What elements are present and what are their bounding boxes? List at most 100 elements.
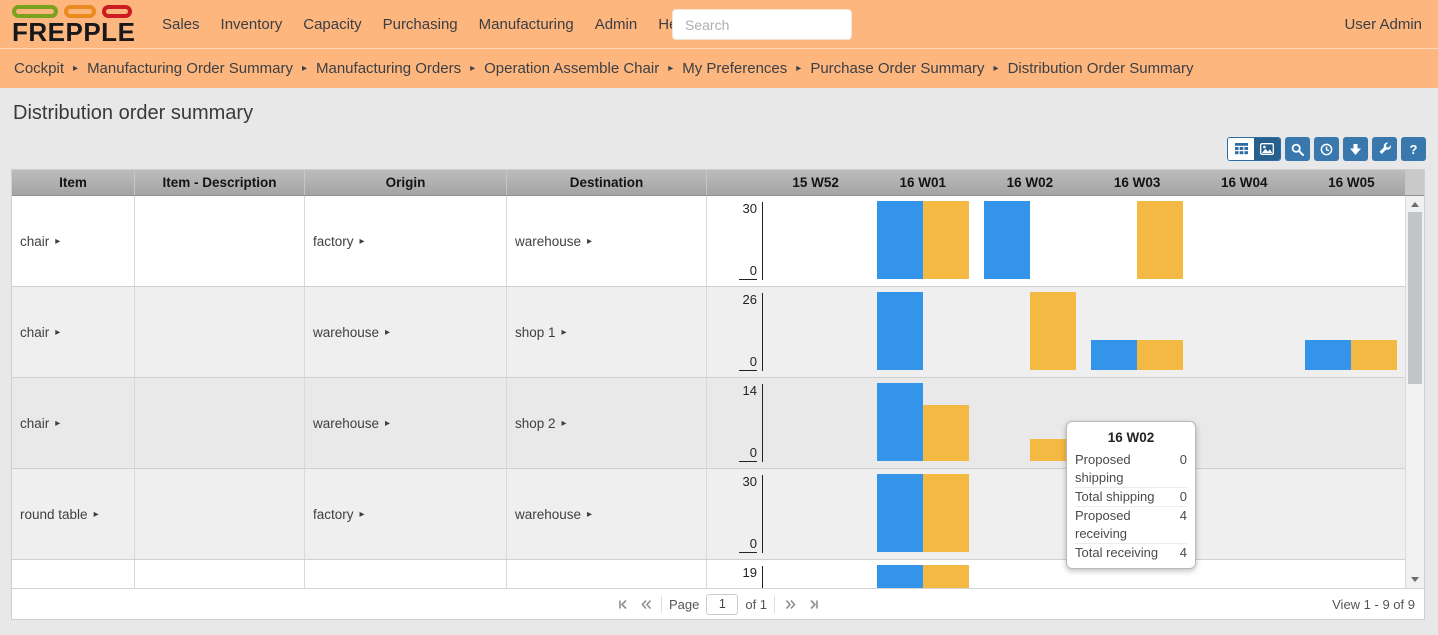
search-input[interactable] bbox=[672, 9, 852, 40]
toolbar-button-search[interactable] bbox=[1285, 137, 1310, 161]
destination-link[interactable]: shop 1 ▸ bbox=[515, 325, 567, 340]
axis-max-label: 30 bbox=[707, 201, 757, 216]
origin-link[interactable]: warehouse▸ bbox=[313, 325, 390, 340]
drilldown-caret-icon: ▸ bbox=[385, 418, 390, 429]
scrollbar-up-icon[interactable] bbox=[1411, 202, 1419, 207]
bar-shipping[interactable] bbox=[984, 201, 1030, 279]
page-of-label: of 1 bbox=[745, 597, 767, 612]
toolbar-button-image[interactable] bbox=[1254, 138, 1280, 160]
nav-item-admin[interactable]: Admin bbox=[595, 16, 638, 33]
bar-receiving[interactable] bbox=[1351, 340, 1397, 370]
axis-zero-label: 0 bbox=[739, 264, 757, 280]
nav-item-manufacturing[interactable]: Manufacturing bbox=[479, 16, 574, 33]
column-header-destination[interactable]: Destination bbox=[507, 170, 707, 195]
item-cell: chair▸ bbox=[12, 196, 135, 286]
breadcrumb-item-cockpit[interactable]: Cockpit bbox=[14, 60, 64, 77]
item-text: chair bbox=[20, 325, 49, 340]
grid-pager: Page of 1 View 1 - 9 of 9 bbox=[12, 588, 1424, 619]
pager-divider bbox=[774, 596, 775, 613]
bar-shipping[interactable] bbox=[877, 565, 923, 588]
bar-receiving[interactable] bbox=[923, 474, 969, 552]
grid-icon bbox=[1235, 143, 1248, 155]
bar-shipping[interactable] bbox=[1305, 340, 1351, 370]
column-header-origin[interactable]: Origin bbox=[305, 170, 507, 195]
bar-receiving[interactable] bbox=[923, 201, 969, 279]
origin-text: warehouse bbox=[313, 416, 379, 431]
destination-cell: warehouse▸ bbox=[507, 196, 707, 286]
bar-receiving[interactable] bbox=[923, 405, 969, 461]
breadcrumb: Cockpit▸Manufacturing Order Summary▸Manu… bbox=[0, 48, 1438, 88]
drilldown-caret-icon: ▸ bbox=[55, 327, 60, 338]
origin-link[interactable]: factory▸ bbox=[313, 234, 365, 249]
vertical-scrollbar[interactable] bbox=[1405, 196, 1424, 588]
breadcrumb-item-distribution-order-summary[interactable]: Distribution Order Summary bbox=[1008, 60, 1194, 77]
page-number-input[interactable] bbox=[706, 594, 738, 615]
y-axis-line bbox=[762, 566, 763, 588]
scrollbar-thumb[interactable] bbox=[1408, 212, 1422, 384]
toolbar-button-clock[interactable] bbox=[1314, 137, 1339, 161]
item-link[interactable]: chair▸ bbox=[20, 234, 60, 249]
destination-link[interactable]: shop 2▸ bbox=[515, 416, 567, 431]
origin-cell: factory▸ bbox=[305, 196, 507, 286]
origin-link[interactable]: factory▸ bbox=[313, 507, 365, 522]
destination-link[interactable]: warehouse▸ bbox=[515, 507, 592, 522]
breadcrumb-item-operation-assemble-chair[interactable]: Operation Assemble Chair bbox=[484, 60, 659, 77]
bar-shipping[interactable] bbox=[877, 292, 923, 370]
bar-receiving[interactable] bbox=[1137, 340, 1183, 370]
toolbar-button-grid[interactable] bbox=[1228, 138, 1254, 160]
column-header-item[interactable]: Item bbox=[12, 170, 135, 195]
y-axis-line bbox=[762, 384, 763, 462]
tooltip-title: 16 W02 bbox=[1075, 427, 1187, 451]
destination-link[interactable]: warehouse▸ bbox=[515, 234, 592, 249]
origin-text: warehouse bbox=[313, 325, 379, 340]
toolbar-button-arrow-down[interactable] bbox=[1343, 137, 1368, 161]
frepple-logo[interactable]: FREPPLE bbox=[12, 5, 135, 45]
tooltip-row: Total receiving4 bbox=[1075, 544, 1187, 562]
destination-text: shop 2 bbox=[515, 416, 556, 431]
first-page-button[interactable] bbox=[615, 596, 631, 612]
page-label: Page bbox=[669, 597, 699, 612]
nav-item-sales[interactable]: Sales bbox=[162, 16, 200, 33]
bar-receiving[interactable] bbox=[1137, 201, 1183, 279]
grid-body: chair▸factory▸warehouse▸300chair▸warehou… bbox=[12, 196, 1405, 588]
bar-receiving[interactable] bbox=[923, 565, 969, 588]
scrollbar-down-icon[interactable] bbox=[1411, 577, 1419, 582]
drilldown-caret-icon: ▸ bbox=[587, 236, 592, 247]
breadcrumb-item-purchase-order-summary[interactable]: Purchase Order Summary bbox=[810, 60, 984, 77]
nav-item-inventory[interactable]: Inventory bbox=[221, 16, 283, 33]
breadcrumb-item-manufacturing-order-summary[interactable]: Manufacturing Order Summary bbox=[87, 60, 293, 77]
pager-controls: Page of 1 bbox=[615, 589, 821, 619]
bar-shipping[interactable] bbox=[877, 474, 923, 552]
last-page-button[interactable] bbox=[805, 596, 821, 612]
item-link[interactable]: chair▸ bbox=[20, 416, 60, 431]
bucket-header-16-w01: 16 W01 bbox=[869, 170, 976, 195]
destination-text: shop 1 bbox=[515, 325, 556, 340]
item-link[interactable]: chair ▸ bbox=[20, 325, 60, 340]
view-toggle-group bbox=[1227, 137, 1281, 161]
bar-shipping[interactable] bbox=[877, 201, 923, 279]
table-row: chair▸warehouse▸shop 1▸260 bbox=[12, 287, 1405, 378]
nav-item-purchasing[interactable]: Purchasing bbox=[383, 16, 458, 33]
breadcrumb-item-my-preferences[interactable]: My Preferences bbox=[682, 60, 787, 77]
bar-shipping[interactable] bbox=[1091, 340, 1137, 370]
bar-receiving[interactable] bbox=[1030, 292, 1076, 370]
previous-page-button[interactable] bbox=[638, 596, 654, 612]
toolbar-button-wrench[interactable] bbox=[1372, 137, 1397, 161]
toolbar-button-question[interactable]: ? bbox=[1401, 137, 1426, 161]
nav-item-capacity[interactable]: Capacity bbox=[303, 16, 361, 33]
breadcrumb-item-manufacturing-orders[interactable]: Manufacturing Orders bbox=[316, 60, 461, 77]
bar-shipping[interactable] bbox=[877, 383, 923, 461]
grid-header: ItemItem - DescriptionOriginDestination 1… bbox=[12, 170, 1424, 196]
column-header-item-description[interactable]: Item - Description bbox=[135, 170, 305, 195]
tooltip-row: Total shipping0 bbox=[1075, 488, 1187, 507]
item-link[interactable]: round table▸ bbox=[20, 507, 99, 522]
destination-cell: shop 2▸ bbox=[507, 378, 707, 468]
next-page-button[interactable] bbox=[782, 596, 798, 612]
origin-link[interactable]: warehouse ▸ bbox=[313, 416, 390, 431]
drilldown-caret-icon: ▸ bbox=[55, 418, 60, 429]
user-menu[interactable]: User Admin bbox=[1344, 0, 1422, 48]
header-corner bbox=[1405, 170, 1424, 195]
table-row: 19 bbox=[12, 560, 1405, 588]
drilldown-caret-icon: ▸ bbox=[562, 327, 567, 338]
origin-cell: factory▸ bbox=[305, 469, 507, 559]
